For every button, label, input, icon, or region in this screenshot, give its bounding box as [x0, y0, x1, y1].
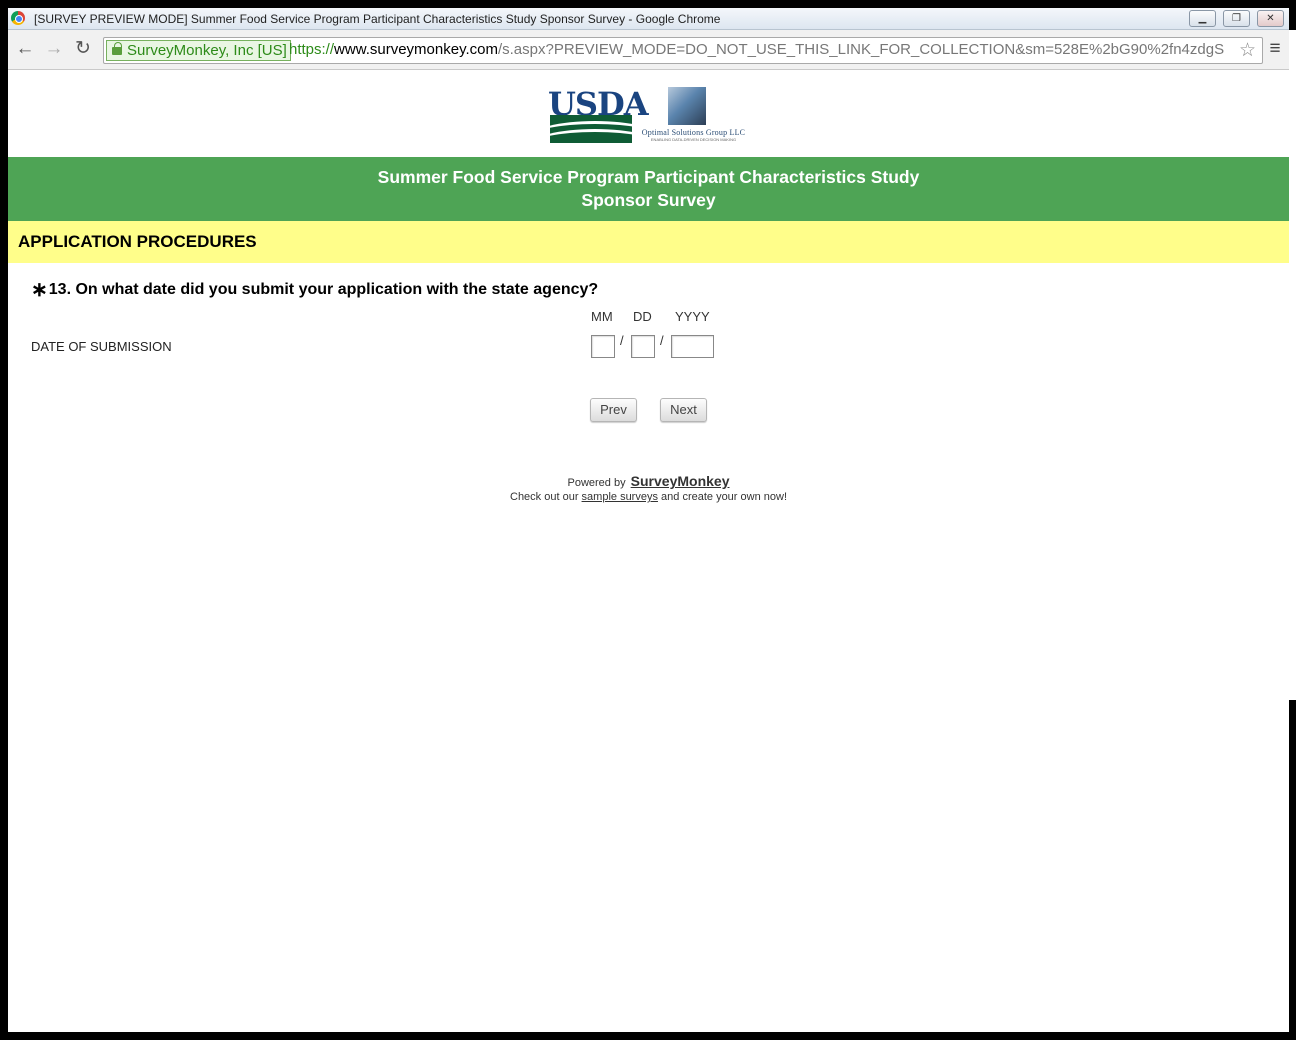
title-bar: [SURVEY PREVIEW MODE] Summer Food Servic…: [8, 8, 1289, 30]
menu-icon[interactable]: ≡: [1265, 39, 1285, 59]
date-row-label: DATE OF SUBMISSION: [31, 339, 172, 354]
header-logos: USDA Optimal Solutions Group LLC ENABLIN…: [548, 85, 758, 145]
month-label: MM: [591, 309, 613, 324]
next-button[interactable]: Next: [660, 398, 707, 422]
question-text: 13. On what date did you submit your app…: [48, 281, 599, 298]
prev-button[interactable]: Prev: [590, 398, 637, 422]
optimal-solutions-logo: Optimal Solutions Group LLC ENABLING DAT…: [636, 87, 751, 143]
address-bar[interactable]: SurveyMonkey, Inc [US] https://www.surve…: [103, 37, 1263, 64]
ev-certificate-badge[interactable]: SurveyMonkey, Inc [US]: [106, 40, 291, 61]
sample-surveys-link[interactable]: sample surveys: [582, 491, 658, 503]
tagline-suffix: and create your own now!: [661, 491, 787, 503]
reload-icon[interactable]: ↻: [72, 38, 94, 60]
restore-button[interactable]: ❐: [1223, 10, 1250, 27]
url-path: /s.aspx?PREVIEW_MODE=DO_NOT_USE_THIS_LIN…: [497, 41, 1224, 58]
question-title: ∗13. On what date did you submit your ap…: [31, 277, 598, 302]
footer-tagline: Check out our sample surveys and create …: [8, 491, 1289, 503]
date-separator: /: [660, 333, 664, 348]
ev-label: SurveyMonkey, Inc [US]: [127, 42, 287, 59]
forward-icon[interactable]: →: [43, 38, 65, 60]
year-input[interactable]: [671, 335, 714, 358]
minimize-button[interactable]: ▁: [1189, 10, 1216, 27]
day-input[interactable]: [631, 335, 655, 358]
osg-name: Optimal Solutions Group LLC: [641, 128, 746, 137]
bookmark-star-icon[interactable]: ☆: [1239, 39, 1256, 62]
year-label: YYYY: [675, 309, 710, 324]
survey-title-banner: Summer Food Service Program Participant …: [8, 157, 1289, 221]
section-title: APPLICATION PROCEDURES: [18, 232, 257, 251]
browser-window: [SURVEY PREVIEW MODE] Summer Food Servic…: [8, 8, 1289, 1032]
usda-swoosh-graphic: [550, 115, 632, 143]
required-asterisk-icon: ∗: [31, 279, 48, 301]
surveymonkey-link[interactable]: SurveyMonkey: [631, 473, 730, 489]
window-title: [SURVEY PREVIEW MODE] Summer Food Servic…: [34, 12, 721, 26]
powered-by: Powered by SurveyMonkey: [8, 473, 1289, 489]
day-label: DD: [633, 309, 652, 324]
url-scheme: https://: [289, 41, 335, 58]
section-header: APPLICATION PROCEDURES: [8, 221, 1289, 263]
page-content: USDA Optimal Solutions Group LLC ENABLIN…: [8, 71, 1289, 1032]
survey-title-line2: Sponsor Survey: [581, 190, 716, 210]
date-separator: /: [620, 333, 624, 348]
powered-by-label: Powered by: [567, 477, 626, 489]
osg-tagline: ENABLING DATA-DRIVEN DECISION MAKING: [650, 137, 737, 142]
survey-title-line1: Summer Food Service Program Participant …: [377, 167, 920, 187]
url-text[interactable]: https://www.surveymonkey.com/s.aspx?PREV…: [289, 41, 1224, 58]
back-icon[interactable]: ←: [14, 38, 36, 60]
tagline-prefix: Check out our: [510, 491, 579, 503]
osg-mark-graphic: [668, 87, 706, 125]
background-window-edge: [1289, 30, 1296, 700]
browser-toolbar: ← → ↻ SurveyMonkey, Inc [US] https://www…: [8, 30, 1289, 70]
usda-logo: USDA: [548, 85, 649, 143]
url-host: www.surveymonkey.com: [334, 41, 498, 58]
lock-icon: [112, 42, 122, 55]
close-button[interactable]: ✕: [1257, 10, 1284, 27]
chrome-icon: [11, 11, 25, 25]
month-input[interactable]: [591, 335, 615, 358]
